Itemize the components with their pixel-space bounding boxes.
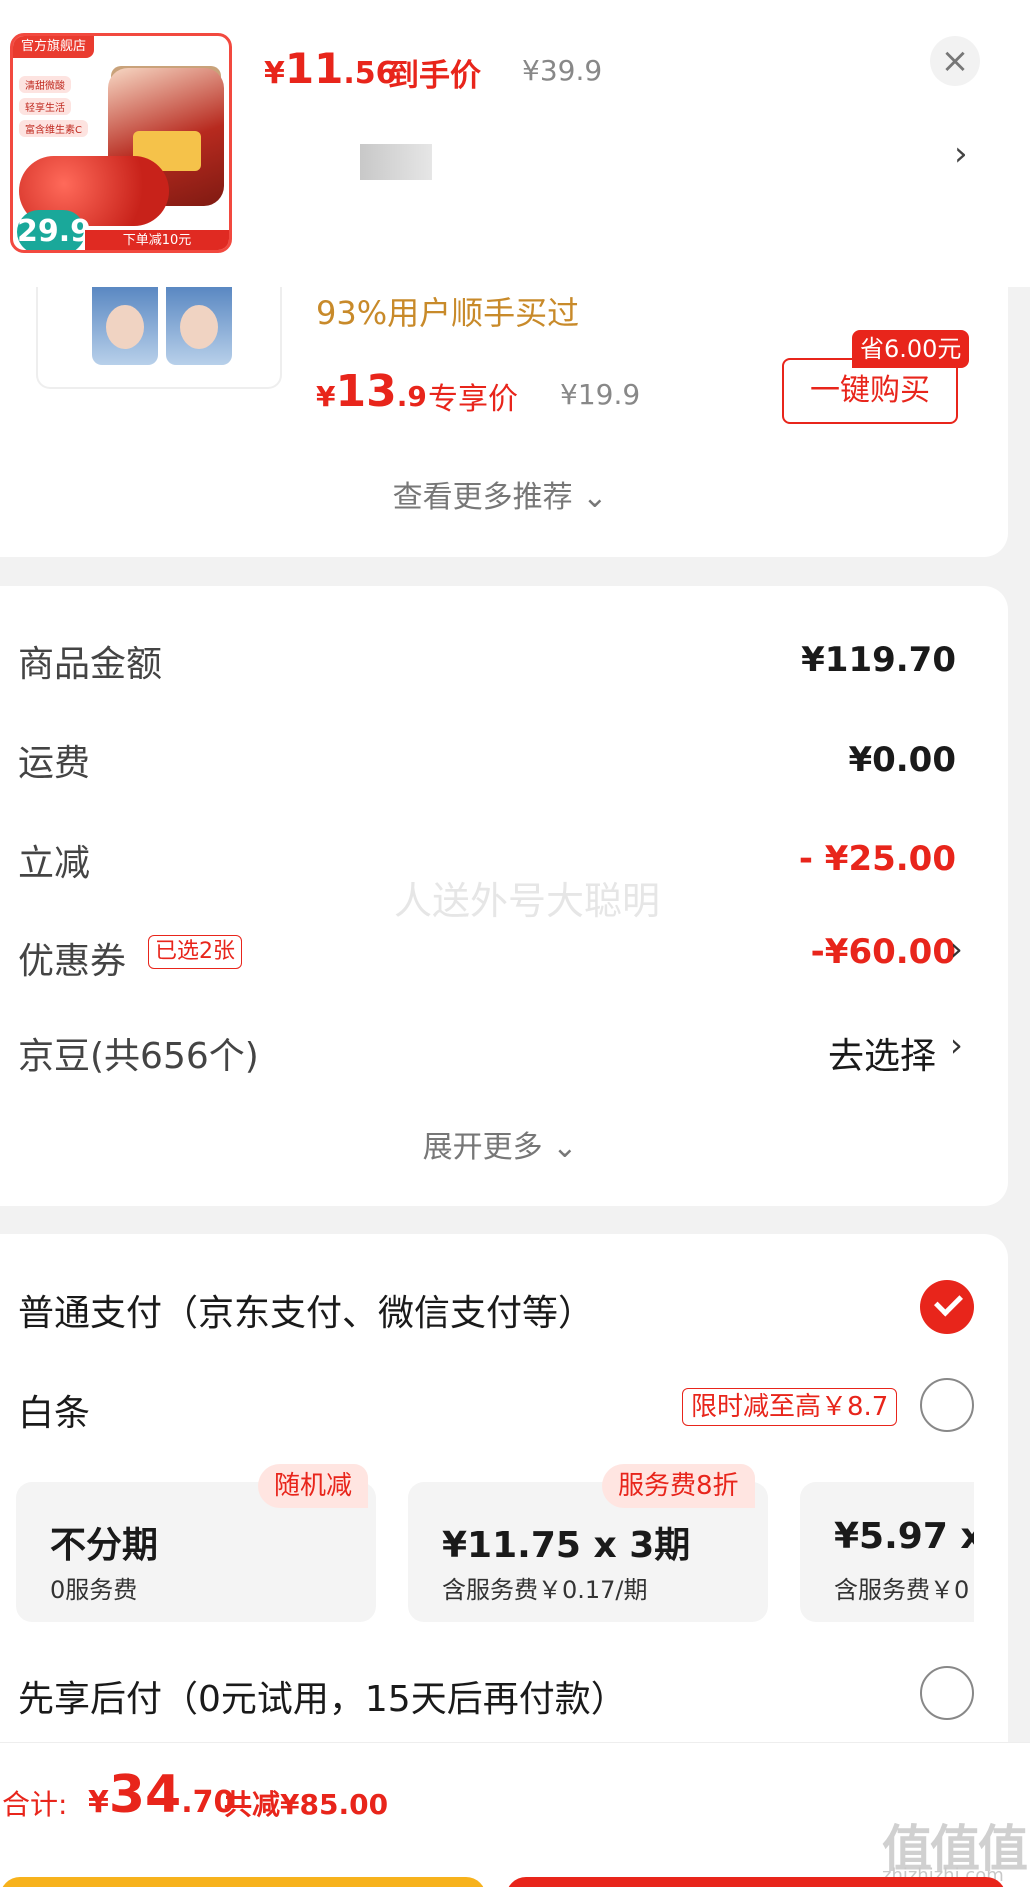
- feature-tag: 清甜微酸: [19, 76, 71, 93]
- popup-original-price: ¥39.9: [522, 54, 603, 87]
- recommend-original-price: ¥19.9: [560, 378, 641, 411]
- chevron-right-icon[interactable]: ›: [954, 134, 968, 174]
- total-save: 共减¥85.00: [224, 1788, 389, 1821]
- bottom-bar: 合计: ¥34.70 共减¥85.00 值值值 zhizhizhi.com: [0, 1742, 1030, 1887]
- pay-later-option[interactable]: 先享后付（0元试用，15天后再付款）: [18, 1670, 627, 1722]
- jingdou-label[interactable]: 京豆(共656个): [18, 1027, 259, 1079]
- installment-main: 不分期: [50, 1525, 159, 1566]
- installment-badge: 随机减: [258, 1464, 369, 1508]
- normal-payment-option[interactable]: 普通支付（京东支付、微信支付等）: [18, 1284, 594, 1336]
- watermark: 人送外号大聪明: [394, 879, 661, 923]
- product-popup: 官方旗舰店 清甜微酸 轻享生活 富含维生素C 29.9 下单减10元 ¥11.5…: [0, 0, 1030, 287]
- secondary-action-button[interactable]: [0, 1877, 486, 1887]
- chevron-right-icon[interactable]: ›: [950, 1026, 963, 1064]
- installment-main: ¥5.97 x: [834, 1516, 974, 1557]
- feature-tag: 富含维生素C: [19, 120, 88, 137]
- more-recommend-link[interactable]: 查看更多推荐 ⌄: [0, 472, 1000, 516]
- submit-order-button[interactable]: [506, 1877, 1006, 1887]
- installment-main: ¥11.75 x 3期: [442, 1525, 691, 1566]
- image-coupon: 下单减10元: [85, 230, 229, 250]
- installment-sub: 含服务费￥0: [834, 1576, 970, 1604]
- coupon-label[interactable]: 优惠券: [18, 932, 126, 984]
- save-badge: 省6.00元: [852, 330, 970, 368]
- coupon-value[interactable]: -¥60.00: [811, 932, 956, 972]
- baitiao-promo-tag: 限时减至高￥8.7: [682, 1388, 898, 1426]
- blurred-text: [360, 144, 432, 180]
- checked-icon[interactable]: [920, 1280, 974, 1334]
- installment-badge: 服务费8折: [602, 1464, 755, 1508]
- radio-unchecked-icon[interactable]: [920, 1378, 974, 1432]
- jingdou-select[interactable]: 去选择: [828, 1027, 936, 1079]
- popup-price: ¥11.56: [264, 44, 397, 93]
- installment-list: 不分期 0服务费 ¥11.75 x 3期 含服务费￥0.17/期 ¥5.97 x…: [16, 1482, 974, 1622]
- goods-amount-value: ¥119.70: [801, 640, 956, 680]
- recommend-tag: 93%用户顺手买过: [316, 294, 580, 332]
- radio-unchecked-icon[interactable]: [920, 1666, 974, 1720]
- shipping-label: 运费: [18, 743, 91, 784]
- recommend-thumbnail[interactable]: [36, 287, 282, 389]
- recommend-price: ¥13.9: [316, 366, 427, 417]
- chevron-right-icon[interactable]: ›: [950, 930, 963, 968]
- installment-sub: 0服务费: [50, 1576, 138, 1604]
- close-icon[interactable]: ×: [930, 36, 980, 86]
- goods-amount-label: 商品金额: [18, 644, 163, 685]
- product-image[interactable]: 官方旗舰店 清甜微酸 轻享生活 富含维生素C 29.9 下单减10元: [10, 33, 232, 253]
- discount-label: 立减: [18, 843, 91, 884]
- baitiao-option[interactable]: 白条: [18, 1384, 90, 1436]
- can-image: [92, 287, 158, 365]
- installment-option[interactable]: ¥5.97 x 含服务费￥0: [800, 1482, 974, 1622]
- total-price: ¥34.70: [88, 1765, 235, 1825]
- installment-sub: 含服务费￥0.17/期: [442, 1576, 648, 1604]
- shop-tag: 官方旗舰店: [13, 36, 95, 58]
- total-label: 合计:: [2, 1788, 68, 1821]
- expand-more-link[interactable]: 展开更多 ⌄: [0, 1122, 1000, 1166]
- can-image: [166, 287, 232, 365]
- shipping-value: ¥0.00: [848, 740, 956, 780]
- recommend-price-label: 专享价: [428, 382, 518, 417]
- image-price: 29.9: [17, 210, 91, 250]
- coupon-selected-tag: 已选2张: [148, 935, 242, 969]
- popup-price-label: 到手价: [388, 58, 481, 94]
- feature-tag: 轻享生活: [19, 98, 71, 115]
- discount-value: - ¥25.00: [798, 839, 956, 879]
